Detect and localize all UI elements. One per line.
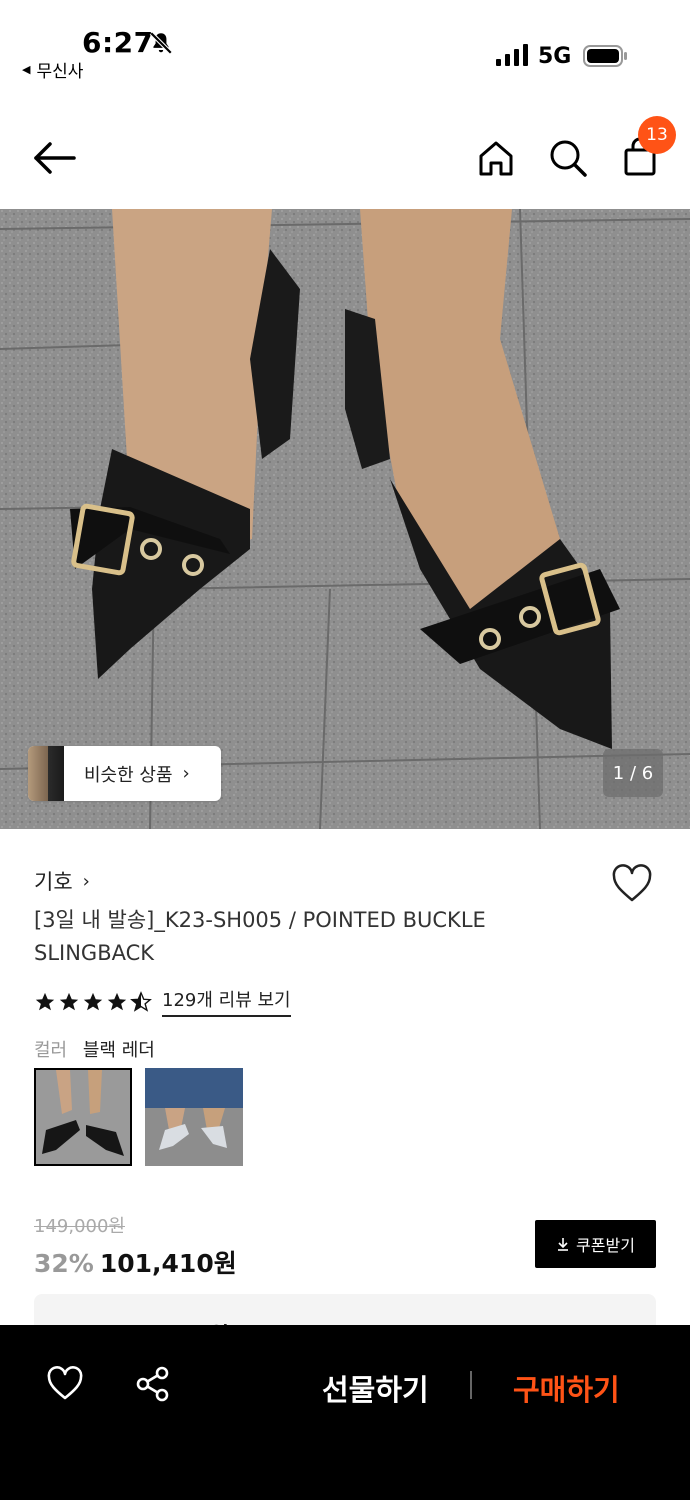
back-to-app-button[interactable]: ◀ 무신사 (22, 57, 83, 82)
sale-price-row: 32% 101,410원 (34, 1244, 237, 1280)
reviews-link[interactable]: 129개 리뷰 보기 (162, 986, 291, 1017)
bottom-action-bar: 선물하기 구매하기 (0, 1325, 690, 1500)
heart-icon[interactable] (610, 862, 654, 904)
cart-count-badge: 13 (638, 116, 676, 154)
star-half-icon (130, 990, 152, 1012)
star-icon (59, 992, 79, 1010)
back-arrow-icon[interactable] (30, 138, 78, 178)
home-icon[interactable] (474, 136, 518, 180)
star-icon (83, 992, 103, 1010)
color-value: 블랙 레더 (82, 1040, 155, 1061)
swatch-black-image (36, 1070, 130, 1164)
bell-muted-icon (149, 31, 173, 55)
similar-thumbnail (28, 746, 64, 801)
download-icon (558, 1238, 569, 1251)
buy-button[interactable]: 구매하기 (513, 1367, 620, 1409)
discount-rate: 32% (34, 1249, 94, 1278)
status-bar: 6:27 ◀ 무신사 5G (0, 0, 690, 100)
color-label: 컬러 (34, 1040, 68, 1061)
heart-icon[interactable] (46, 1365, 84, 1401)
back-triangle-icon: ◀ (22, 63, 31, 76)
product-image[interactable]: 비슷한 상품 › 1 / 6 (0, 209, 690, 829)
chevron-right-icon: › (182, 763, 190, 784)
coupon-button[interactable]: 쿠폰받기 (535, 1220, 656, 1268)
battery-icon (583, 45, 627, 67)
original-price: 149,000원 (34, 1216, 125, 1237)
back-app-label: 무신사 (36, 62, 84, 82)
divider (470, 1371, 472, 1399)
coupon-label: 쿠폰받기 (576, 1236, 635, 1255)
rating-row: 129개 리뷰 보기 (34, 986, 291, 1017)
similar-label: 비슷한 상품 (84, 764, 173, 786)
chevron-right-icon: › (82, 870, 90, 892)
product-photo (0, 209, 690, 829)
share-icon[interactable] (134, 1365, 172, 1403)
swatch-black-leather[interactable] (34, 1068, 132, 1166)
search-icon[interactable] (546, 136, 590, 180)
brand-link[interactable]: 기호 › (34, 866, 90, 896)
star-icon (35, 992, 55, 1010)
sale-price: 101,410원 (99, 1249, 237, 1278)
signal-icon (496, 44, 528, 66)
gift-button[interactable]: 선물하기 (322, 1367, 429, 1409)
similar-products-button[interactable]: 비슷한 상품 › (28, 746, 221, 801)
status-time: 6:27 (82, 26, 154, 59)
star-rating (34, 990, 152, 1013)
product-title: [3일 내 발송]_K23-SH005 / POINTED BUCKLE SLI… (34, 908, 486, 965)
color-option: 컬러 블랙 레더 (34, 1036, 155, 1062)
swatch-silver[interactable] (145, 1068, 243, 1166)
swatch-silver-image (145, 1068, 243, 1166)
brand-name: 기호 (34, 870, 73, 894)
star-icon (107, 992, 127, 1010)
network-type: 5G (538, 44, 572, 69)
image-pager: 1 / 6 (603, 749, 663, 797)
top-nav (0, 112, 690, 208)
